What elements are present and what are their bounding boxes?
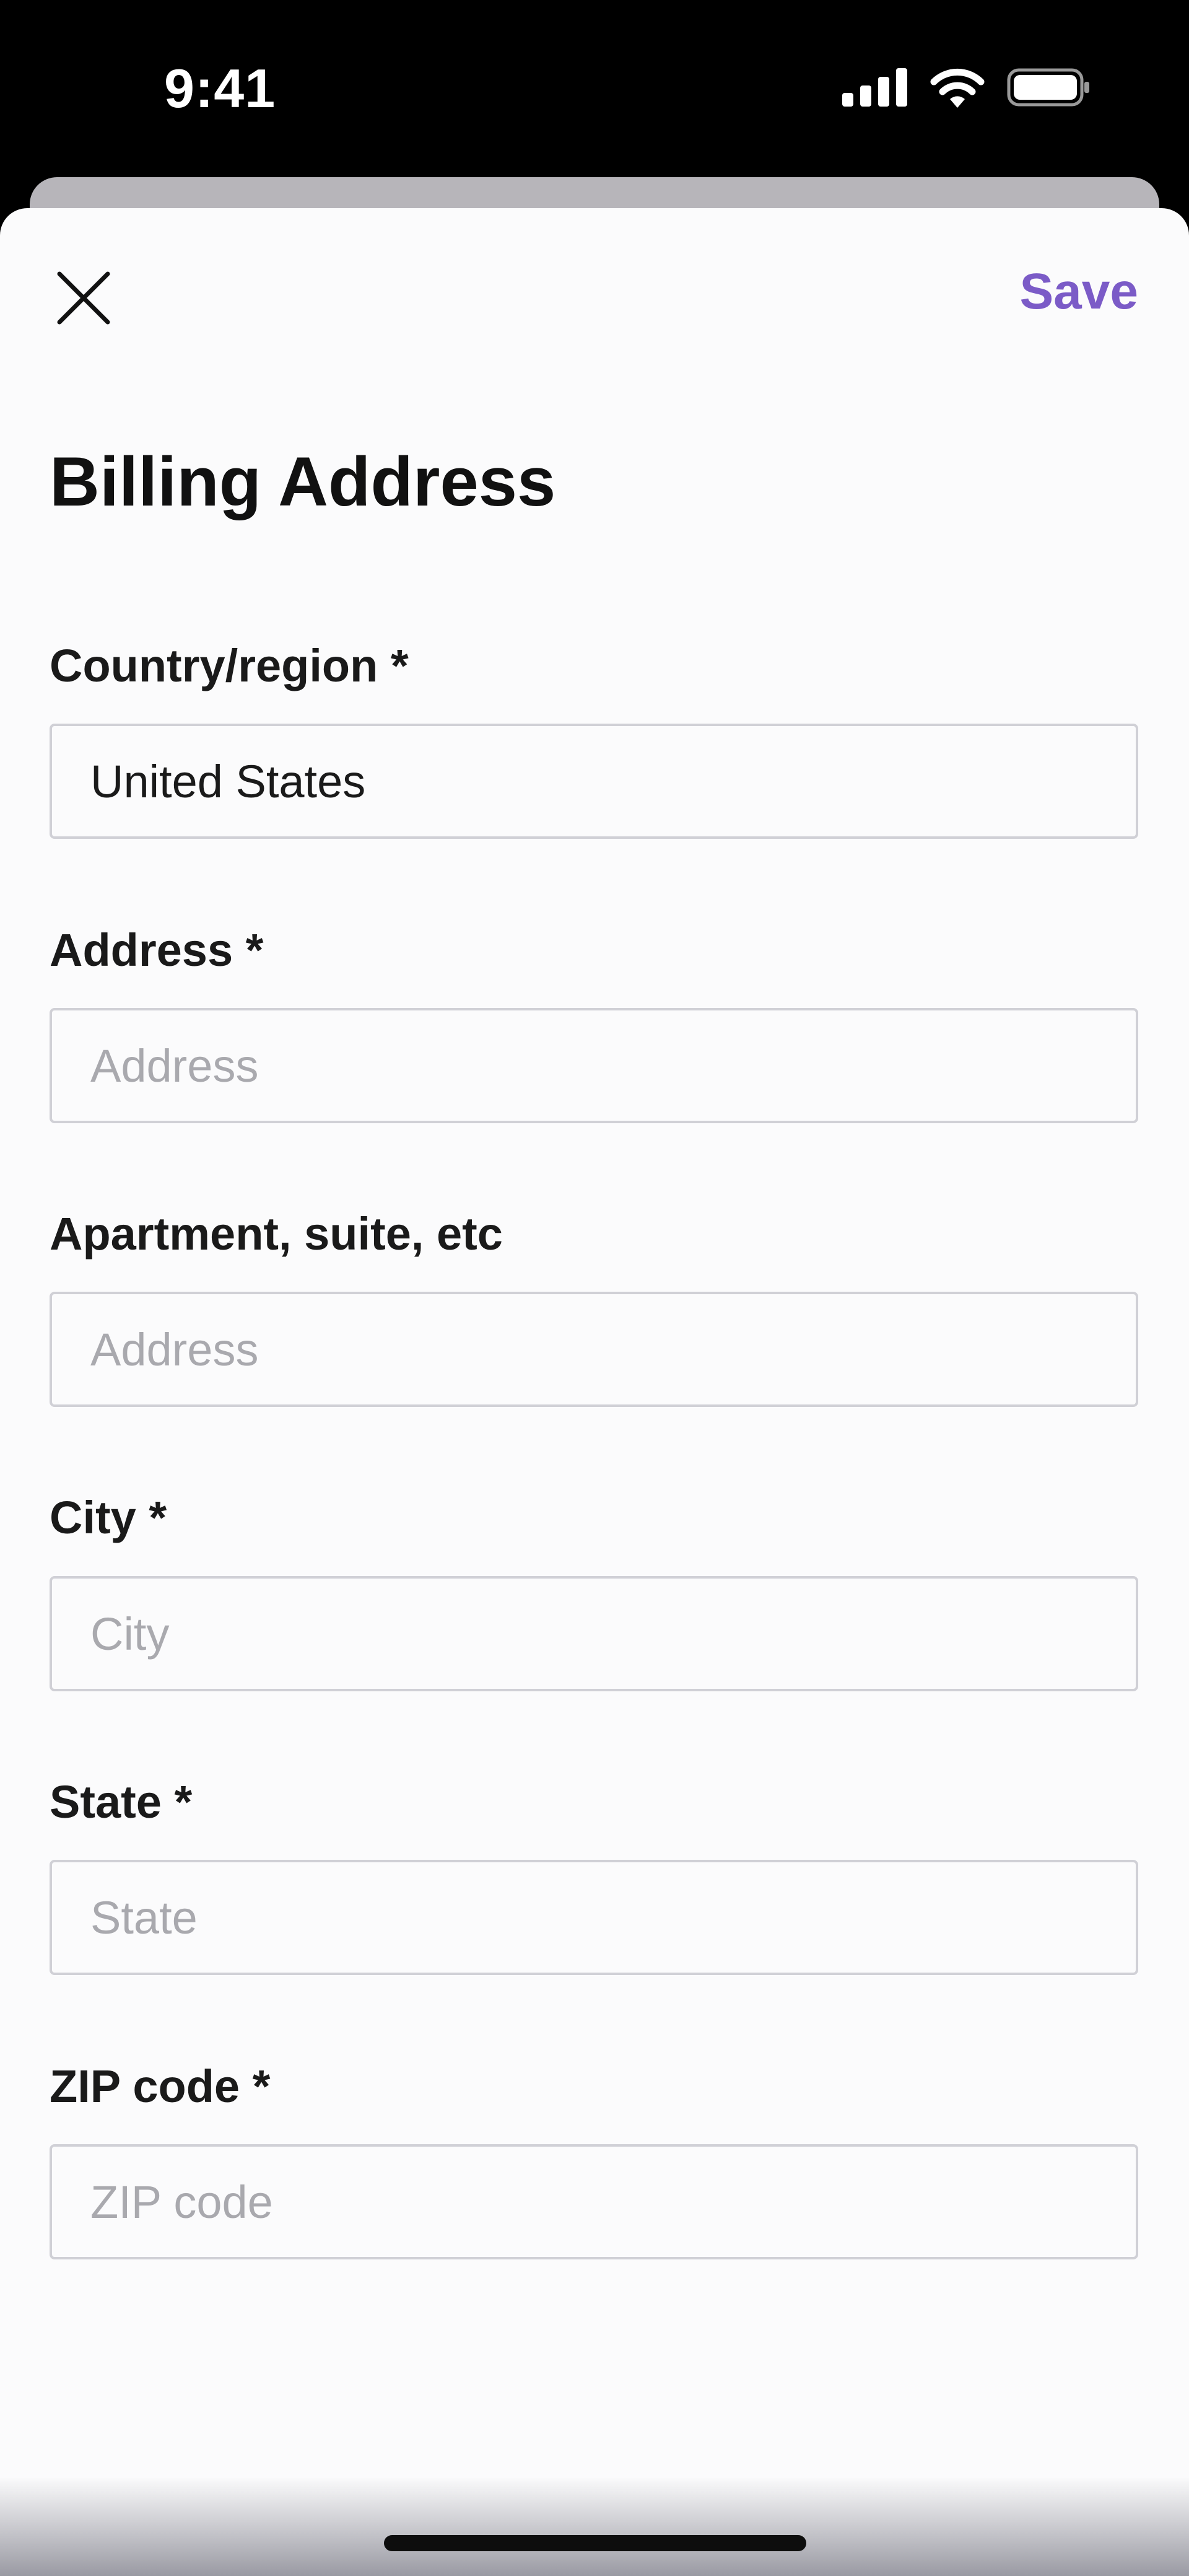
billing-address-sheet: Save Billing Address Country/region * Ad…	[0, 208, 1189, 2576]
phone-screen: 9:41 Save Billing Address Country/region…	[0, 0, 1189, 2576]
city-label: City *	[50, 1492, 167, 1543]
status-time: 9:41	[164, 58, 276, 119]
home-indicator[interactable]	[384, 2535, 806, 2551]
zip-code-input[interactable]	[50, 2144, 1138, 2259]
save-button[interactable]: Save	[1019, 263, 1138, 321]
wifi-icon	[930, 68, 985, 108]
zip-code-label: ZIP code *	[50, 2061, 271, 2112]
apartment-input[interactable]	[50, 1292, 1138, 1407]
status-bar: 9:41	[0, 0, 1189, 173]
battery-icon	[1007, 68, 1089, 107]
country-region-label: Country/region *	[50, 640, 409, 691]
apartment-label: Apartment, suite, etc	[50, 1208, 503, 1260]
cellular-signal-icon	[842, 68, 907, 107]
state-input[interactable]	[50, 1860, 1138, 1975]
close-button[interactable]	[50, 264, 118, 332]
state-label: State *	[50, 1776, 193, 1828]
address-input[interactable]	[50, 1008, 1138, 1123]
page-title: Billing Address	[50, 443, 556, 520]
bottom-fade	[0, 2477, 1189, 2576]
close-icon	[57, 271, 110, 325]
address-label: Address *	[50, 924, 264, 976]
country-region-input[interactable]	[50, 724, 1138, 839]
status-icons	[842, 66, 1090, 109]
city-input[interactable]	[50, 1576, 1138, 1691]
